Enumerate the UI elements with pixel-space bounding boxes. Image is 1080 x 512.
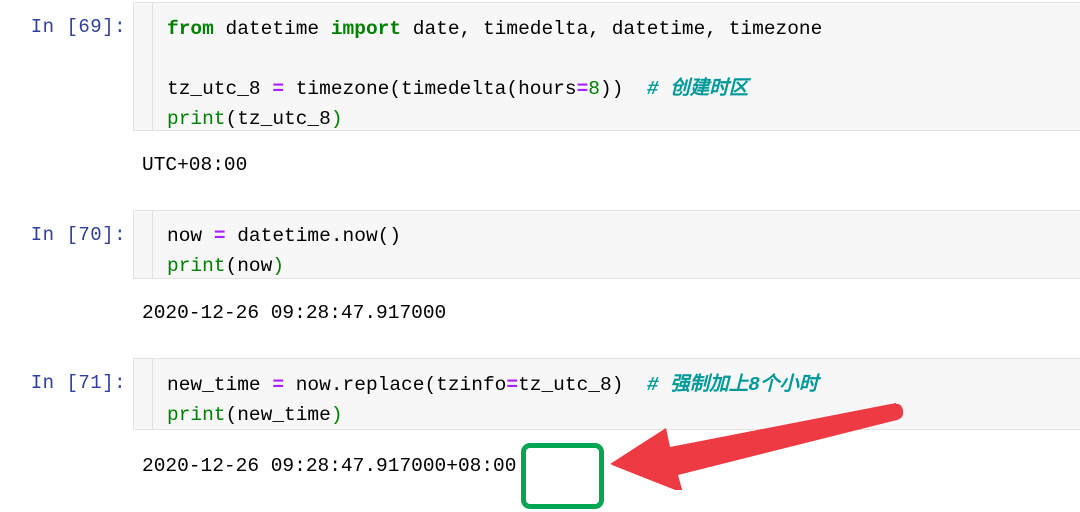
code-line: print(new_time) bbox=[167, 404, 343, 426]
token-function: ) bbox=[272, 255, 285, 277]
token-text: (now bbox=[225, 255, 273, 277]
code-input-area-71[interactable]: new_time = now.replace(tzinfo=tz_utc_8) … bbox=[133, 358, 1080, 430]
token-operator: = bbox=[506, 374, 519, 396]
token-number: 8 bbox=[588, 78, 600, 100]
token-text: (tz_utc_8 bbox=[225, 108, 331, 130]
code-line: now = datetime.now() bbox=[167, 225, 401, 247]
token-operator: = bbox=[576, 78, 589, 100]
token-function: print bbox=[167, 255, 226, 277]
token-comment: # 创建时区 bbox=[646, 78, 749, 100]
cell-output-71: 2020-12-26 09:28:47.917000+08:00 bbox=[142, 455, 517, 477]
token-text: new_time bbox=[167, 374, 273, 396]
token-operator: = bbox=[272, 374, 285, 396]
code-input-area-70[interactable]: now = datetime.now() print(now) bbox=[133, 210, 1080, 279]
cell-output-69: UTC+08:00 bbox=[142, 154, 248, 176]
code-line: new_time = now.replace(tzinfo=tz_utc_8) … bbox=[167, 374, 818, 396]
code-text-69[interactable]: from datetime import date, timedelta, da… bbox=[167, 14, 822, 134]
token-operator: = bbox=[272, 78, 285, 100]
token-keyword: import bbox=[330, 18, 402, 40]
token-text: timezone(timedelta(hours bbox=[284, 78, 577, 100]
code-line: from datetime import date, timedelta, da… bbox=[167, 18, 822, 40]
token-text: datetime bbox=[213, 18, 331, 40]
token-text: now.replace(tzinfo bbox=[284, 374, 507, 396]
token-text: date, timedelta, datetime, timezone bbox=[401, 18, 823, 40]
token-function: print bbox=[167, 404, 226, 426]
token-operator: = bbox=[213, 225, 226, 247]
cell-prompt-71: In [71]: bbox=[30, 372, 126, 394]
token-text: now bbox=[167, 225, 214, 247]
cell-prompt-69: In [69]: bbox=[30, 16, 126, 38]
cell-output-70: 2020-12-26 09:28:47.917000 bbox=[142, 302, 447, 324]
cell-prompt-70: In [70]: bbox=[30, 224, 126, 246]
token-text: tz_utc_8) bbox=[518, 374, 647, 396]
code-line: print(now) bbox=[167, 255, 284, 277]
code-line: print(tz_utc_8) bbox=[167, 108, 343, 130]
token-function: print bbox=[167, 108, 226, 130]
code-text-71[interactable]: new_time = now.replace(tzinfo=tz_utc_8) … bbox=[167, 370, 818, 430]
token-text: tz_utc_8 bbox=[167, 78, 273, 100]
token-text: datetime.now() bbox=[225, 225, 402, 247]
code-text-70[interactable]: now = datetime.now() print(now) bbox=[167, 221, 401, 281]
highlight-box-timezone-offset bbox=[521, 443, 604, 509]
token-text: )) bbox=[600, 78, 647, 100]
code-line: tz_utc_8 = timezone(timedelta(hours=8)) … bbox=[167, 78, 748, 100]
code-input-area-69[interactable]: from datetime import date, timedelta, da… bbox=[133, 2, 1080, 131]
token-function: ) bbox=[330, 108, 343, 130]
token-comment: # 强制加上8个小时 bbox=[646, 374, 819, 396]
token-text: (new_time bbox=[225, 404, 331, 426]
token-function: ) bbox=[330, 404, 343, 426]
token-keyword: from bbox=[167, 18, 214, 40]
